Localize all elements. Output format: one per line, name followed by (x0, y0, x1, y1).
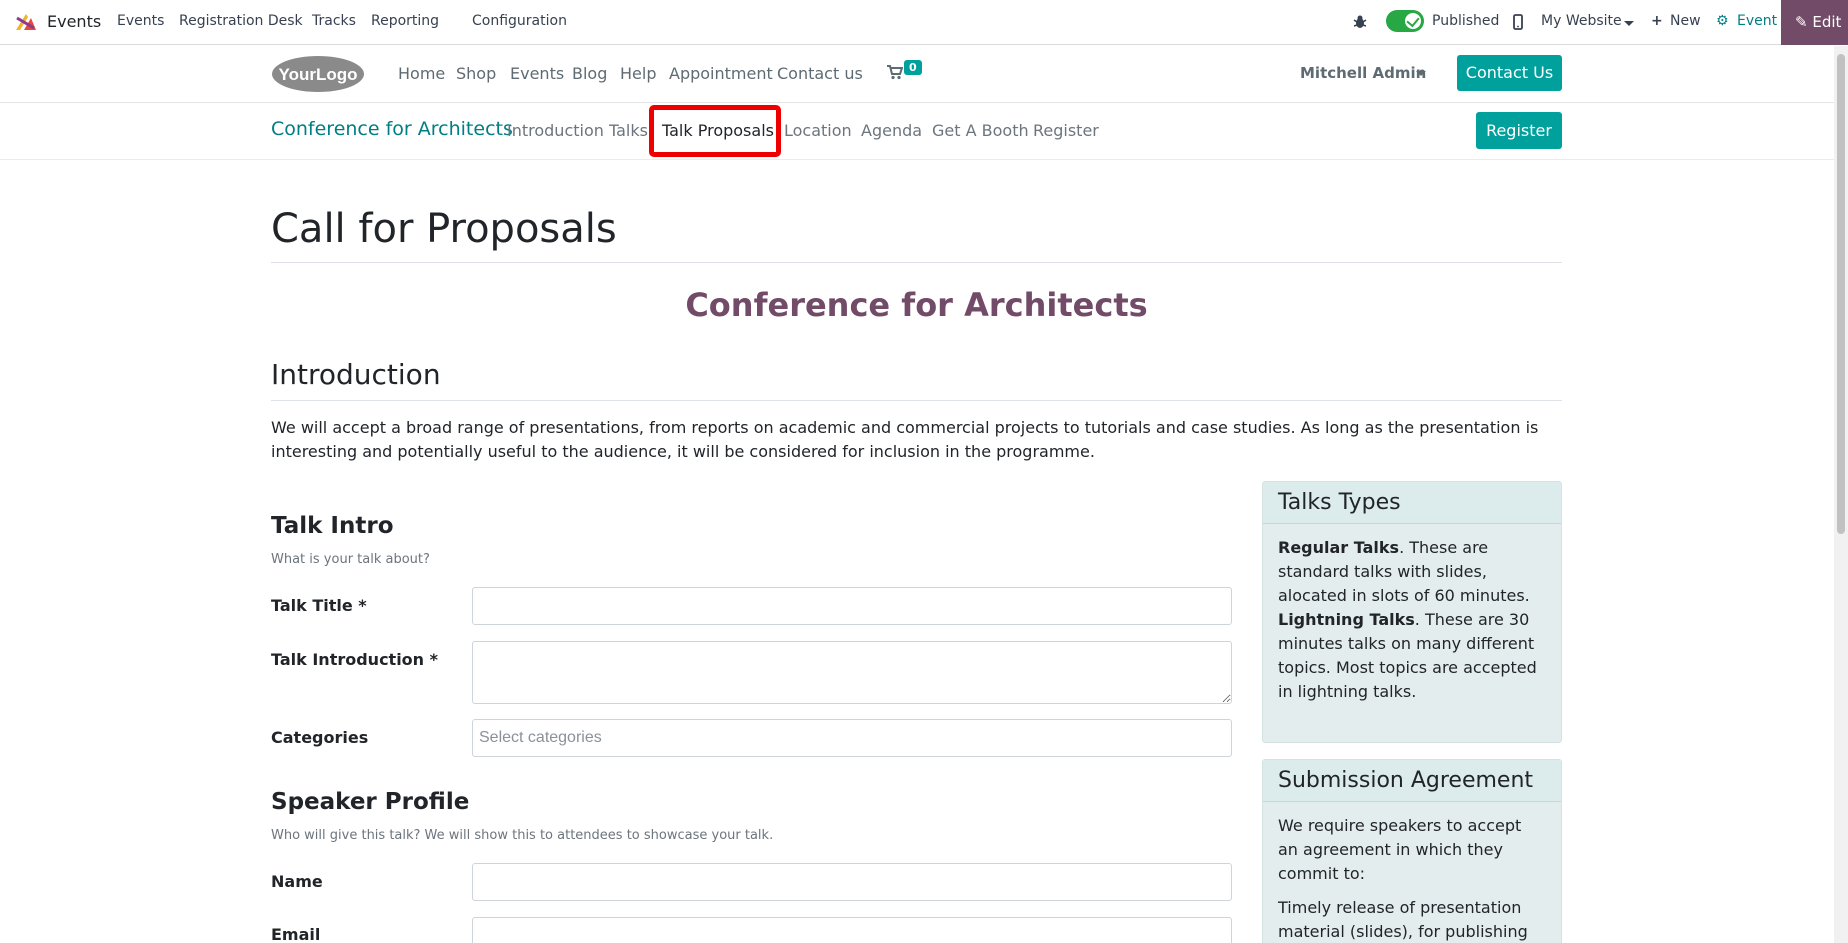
talk-intro-subtitle: What is your talk about? (271, 552, 430, 567)
speaker-profile-subtitle: Who will give this talk? We will show th… (271, 828, 774, 843)
new-button[interactable]: New (1670, 13, 1701, 29)
nav-blog[interactable]: Blog (572, 64, 607, 83)
nav-contact-us[interactable]: Contact us (777, 64, 863, 83)
tab-talks[interactable]: Talks (609, 121, 648, 140)
scrollbar-thumb[interactable] (1837, 54, 1845, 534)
divider (271, 400, 1562, 401)
tab-location[interactable]: Location (784, 121, 852, 140)
event-menu-button[interactable]: Event (1737, 13, 1777, 29)
chevron-down-icon (1624, 21, 1634, 26)
pencil-icon: ✎ (1795, 13, 1808, 31)
gear-icon: ⚙ (1716, 13, 1729, 29)
tab-agenda[interactable]: Agenda (861, 121, 922, 140)
talk-title-label: Talk Title * (271, 596, 367, 615)
submission-agreement-heading: Submission Agreement (1263, 760, 1561, 802)
talk-introduction-label: Talk Introduction * (271, 650, 438, 669)
talk-introduction-textarea[interactable] (472, 641, 1232, 704)
menu-tracks[interactable]: Tracks (312, 13, 356, 29)
odoo-navbar: Events Events Registration Desk Tracks R… (0, 0, 1848, 45)
nav-events[interactable]: Events (510, 64, 564, 83)
regular-talks-label: Regular Talks (1278, 538, 1400, 557)
agreement-paragraph: We require speakers to accept an agreeme… (1278, 816, 1522, 883)
shopping-cart-icon[interactable] (887, 64, 903, 80)
app-name[interactable]: Events (47, 12, 101, 31)
website-switcher[interactable]: My Website (1541, 13, 1622, 29)
cart-count-badge: 0 (904, 60, 922, 75)
mobile-preview-icon[interactable] (1513, 14, 1523, 30)
chevron-down-icon (1416, 71, 1426, 76)
event-subnav: Conference for Architects Introduction T… (0, 103, 1848, 160)
logo-text: YourLogo (279, 65, 358, 84)
nav-appointment[interactable]: Appointment (669, 64, 773, 83)
edit-button[interactable]: ✎ Edit (1781, 0, 1848, 45)
website-header: YourLogo Home Shop Events Blog Help Appo… (0, 46, 1848, 103)
nav-help[interactable]: Help (620, 64, 656, 83)
talks-types-card: Talks Types Regular Talks. These are sta… (1262, 481, 1562, 743)
tab-register[interactable]: Register (1033, 121, 1099, 140)
nav-shop[interactable]: Shop (456, 64, 496, 83)
check-icon (1406, 13, 1420, 28)
lightning-talks-label: Lightning Talks (1278, 610, 1415, 629)
speaker-profile-heading: Speaker Profile (271, 789, 470, 815)
published-toggle[interactable] (1386, 10, 1424, 32)
site-logo[interactable]: YourLogo (271, 54, 366, 94)
page-scrollbar[interactable] (1834, 46, 1848, 943)
tab-get-a-booth[interactable]: Get A Booth (932, 121, 1029, 140)
highlight-box (649, 105, 781, 157)
tab-introduction[interactable]: Introduction (507, 121, 604, 140)
email-label: Email (271, 925, 321, 943)
menu-configuration[interactable]: Configuration (472, 13, 567, 29)
categories-label: Categories (271, 728, 369, 747)
menu-registration-desk[interactable]: Registration Desk (179, 13, 303, 29)
agreement-paragraph: Timely release of presentation material … (1278, 898, 1528, 941)
event-name-heading: Conference for Architects (685, 286, 1148, 324)
event-title-link[interactable]: Conference for Architects (271, 118, 513, 140)
name-input[interactable] (472, 863, 1232, 901)
talk-title-input[interactable] (472, 587, 1232, 625)
events-app-icon[interactable] (14, 12, 38, 32)
name-label: Name (271, 872, 323, 891)
published-label: Published (1432, 13, 1500, 29)
submission-agreement-card: Submission Agreement We require speakers… (1262, 759, 1562, 943)
debug-bug-icon[interactable] (1353, 14, 1367, 30)
nav-home[interactable]: Home (398, 64, 445, 83)
register-button[interactable]: Register (1476, 112, 1562, 149)
email-input[interactable] (472, 917, 1232, 943)
talk-intro-heading: Talk Intro (271, 513, 394, 539)
introduction-text: We will accept a broad range of presenta… (271, 418, 1539, 461)
talks-types-body: Regular Talks. These are standard talks … (1263, 524, 1561, 716)
submission-agreement-body: We require speakers to accept an agreeme… (1263, 802, 1561, 943)
user-menu[interactable]: Mitchell Admin (1300, 64, 1426, 82)
talks-types-heading: Talks Types (1263, 482, 1561, 524)
menu-reporting[interactable]: Reporting (371, 13, 439, 29)
contact-us-button[interactable]: Contact Us (1457, 55, 1562, 91)
edit-label: Edit (1812, 13, 1842, 31)
menu-events[interactable]: Events (117, 13, 164, 29)
plus-icon: + (1651, 13, 1663, 29)
page-title: Call for Proposals (271, 206, 617, 252)
divider (271, 262, 1562, 263)
introduction-heading: Introduction (271, 358, 441, 391)
categories-select[interactable] (472, 719, 1232, 757)
